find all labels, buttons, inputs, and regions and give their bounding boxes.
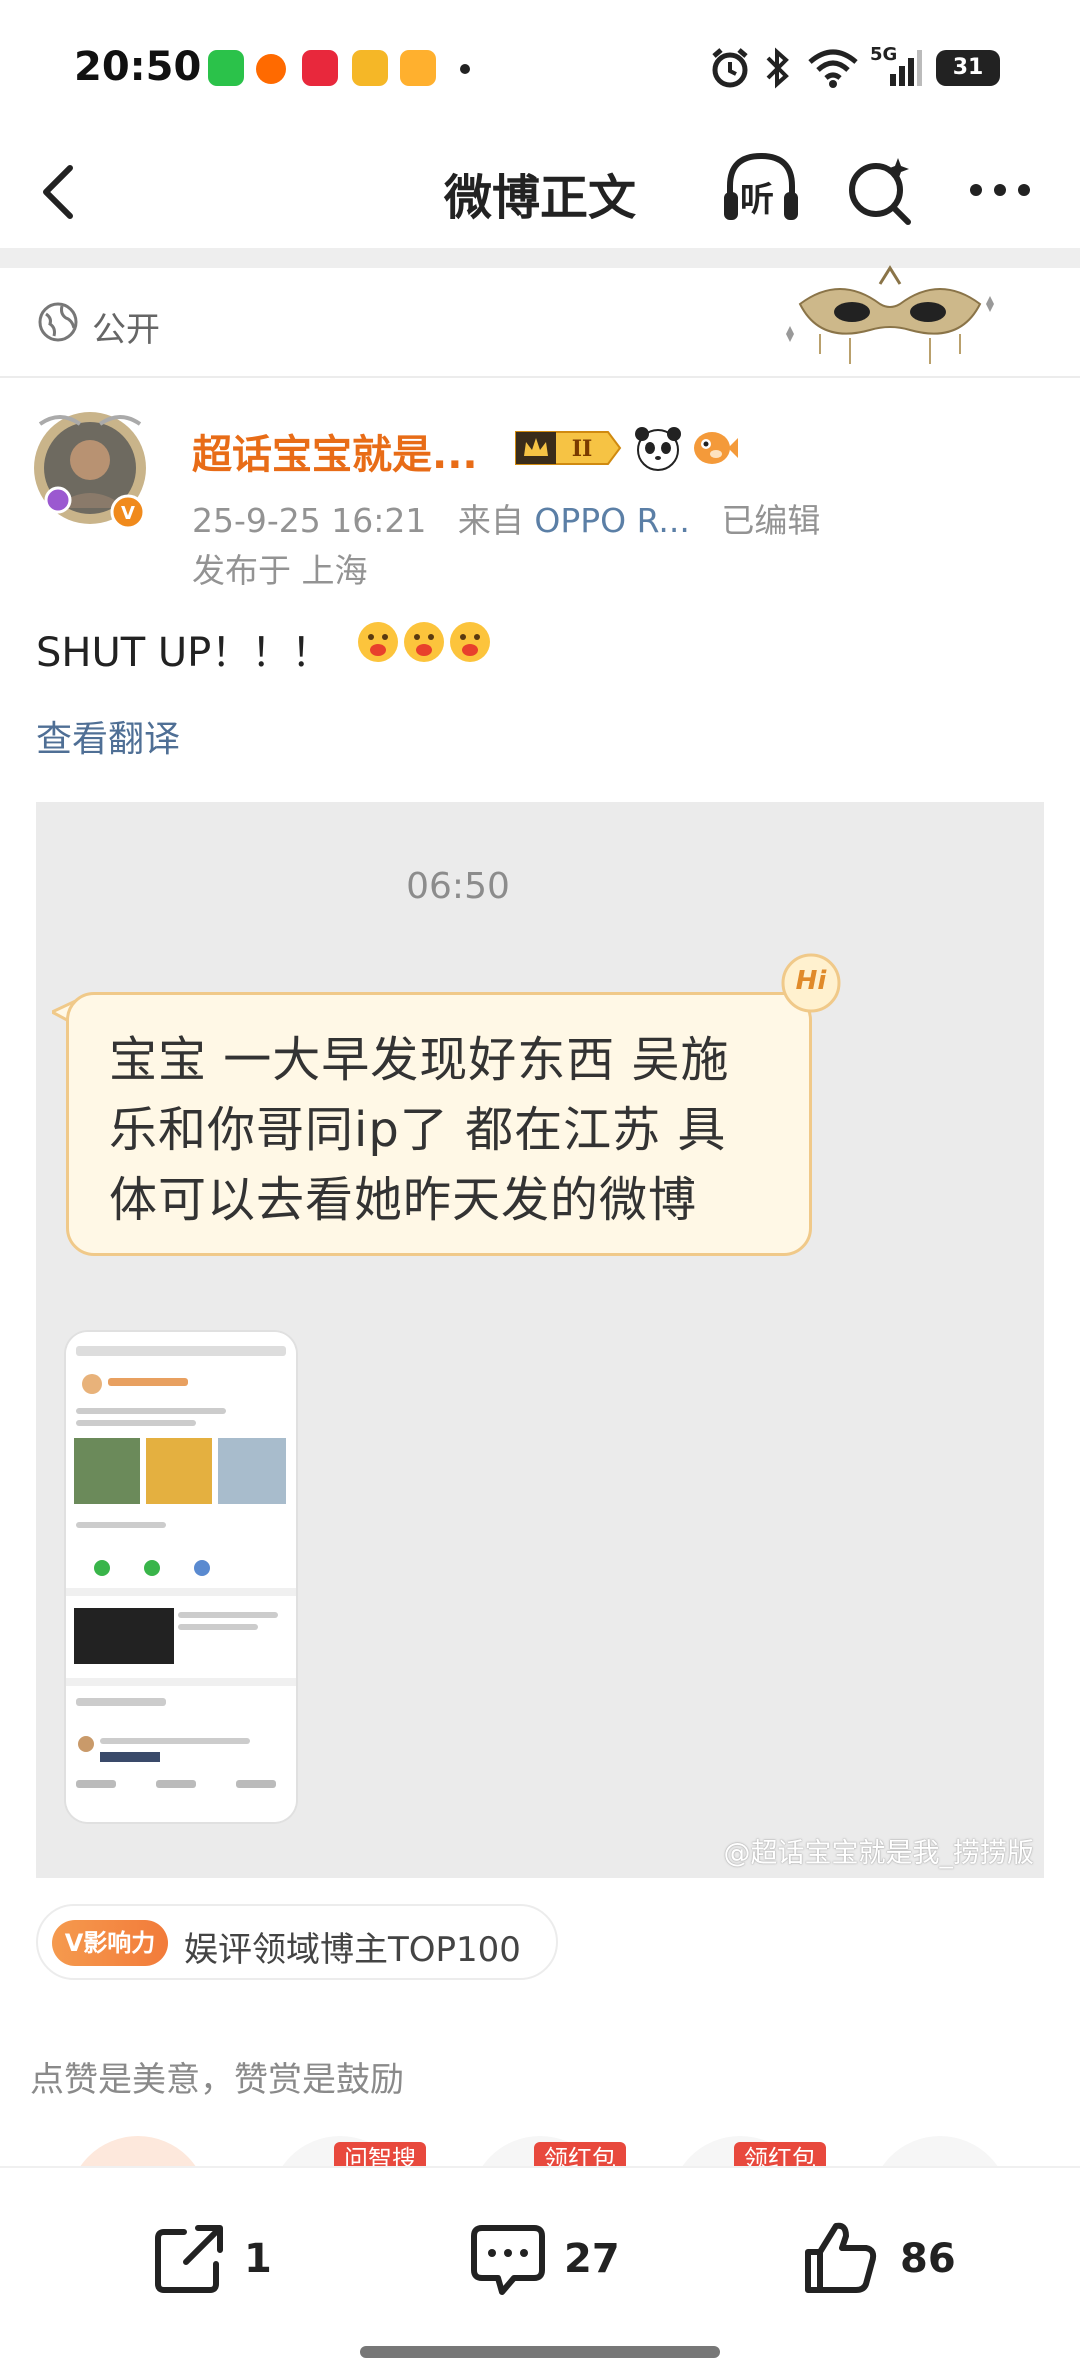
source-prefix: 来自 <box>457 501 524 540</box>
more-icon[interactable] <box>960 150 1040 230</box>
chat-time: 06:50 <box>406 866 510 907</box>
share-icon <box>155 2225 223 2293</box>
action-bar: 1 27 86 <box>0 2166 1080 2378</box>
comment-icon <box>471 2225 545 2295</box>
like-button[interactable]: 86 <box>800 2218 960 2298</box>
svg-text:V: V <box>121 503 135 524</box>
signal-icon <box>890 50 922 86</box>
share-count: 1 <box>244 2236 272 2282</box>
globe-icon <box>38 302 78 342</box>
taobao-icon <box>256 54 286 84</box>
status-time: 20:50 <box>74 44 202 90</box>
listen-label: 听 <box>740 180 774 220</box>
tongue-emoji-icon <box>358 622 398 662</box>
wifi-icon <box>808 49 858 88</box>
home-indicator[interactable] <box>360 2346 720 2358</box>
masquerade-mask-decoration <box>786 265 994 364</box>
chat-bubble: 宝宝 一大早发现好东西 吴施乐和你哥同ip了 都在江苏 具体可以去看她昨天发的微… <box>66 992 812 1256</box>
fan-level-badge-icon: II <box>515 431 622 465</box>
post-meta: 25-9-25 16:21 来自 OPPO R... 已编辑 <box>192 494 820 542</box>
thumbnail-preview <box>66 1332 296 1822</box>
tongue-emoji-icon <box>404 622 444 662</box>
smart-search-icon[interactable] <box>840 150 920 230</box>
wechat-icon <box>208 50 244 86</box>
bluetooth-icon <box>766 47 789 89</box>
nav-bar: 微博正文 听 <box>0 130 1080 248</box>
video-icon <box>400 50 436 86</box>
post-text: SHUT UP！！！ <box>36 630 332 676</box>
hi-badge: Hi <box>780 952 842 1014</box>
reward-tag[interactable]: 问智搜 <box>334 2142 426 2166</box>
reward-option[interactable] <box>68 2136 208 2166</box>
reward-text: 点赞是美意，赞赏是鼓励 <box>30 2060 404 2100</box>
post-image[interactable]: 06:50 宝宝 一大早发现好东西 吴施乐和你哥同ip了 都在江苏 具体可以去看… <box>36 802 1044 1878</box>
weibo-icon <box>352 50 388 86</box>
post-source[interactable]: OPPO R... <box>534 501 689 540</box>
pufferfish-icon <box>694 432 738 464</box>
visibility-label: 公开 <box>92 310 160 350</box>
visibility-row: 公开 <box>0 265 1080 378</box>
comment-button[interactable]: 27 <box>468 2218 628 2298</box>
thumbs-up-icon <box>805 2222 877 2293</box>
reward-strip: 问智搜 领红包 领红包 <box>0 2122 1080 2166</box>
comment-count: 27 <box>564 2236 620 2282</box>
post-datetime: 25-9-25 16:21 <box>192 501 427 540</box>
status-bar: 20:50 5G 31 <box>0 0 1080 130</box>
chat-bubble-text: 宝宝 一大早发现好东西 吴施乐和你哥同ip了 都在江苏 具体可以去看她昨天发的微… <box>109 1032 730 1228</box>
hi-badge-text: Hi <box>795 966 827 996</box>
share-button[interactable]: 1 <box>150 2218 290 2298</box>
author-avatar[interactable]: V <box>30 404 160 534</box>
edited-label[interactable]: 已编辑 <box>721 501 820 540</box>
reward-tag[interactable]: 领红包 <box>534 2142 626 2166</box>
battery-indicator: 31 <box>936 50 1000 86</box>
listen-button[interactable]: 听 <box>716 146 806 230</box>
alarm-icon <box>712 48 748 88</box>
panda-icon <box>635 427 681 471</box>
translate-link[interactable]: 查看翻译 <box>36 710 180 762</box>
screenshot-thumbnail[interactable] <box>66 1332 296 1822</box>
reward-option[interactable] <box>870 2136 1010 2166</box>
influence-badge[interactable]: V影响力 娱评领域博主TOP100 <box>36 1904 558 1980</box>
influence-text: 娱评领域博主TOP100 <box>184 1930 521 1970</box>
tongue-emoji-icon <box>450 622 490 662</box>
notification-dot <box>460 64 470 74</box>
influence-tag: V影响力 <box>52 1920 168 1966</box>
image-watermark: @超话宝宝就是我_捞捞版 <box>723 1838 1035 1869</box>
xiaohongshu-icon <box>302 50 338 86</box>
reward-tag[interactable]: 领红包 <box>734 2142 826 2166</box>
like-count: 86 <box>900 2236 956 2282</box>
author-name[interactable]: 超话宝宝就是... <box>192 422 478 480</box>
fan-level-text: II <box>572 436 593 462</box>
post-location: 发布于 上海 <box>192 551 368 590</box>
